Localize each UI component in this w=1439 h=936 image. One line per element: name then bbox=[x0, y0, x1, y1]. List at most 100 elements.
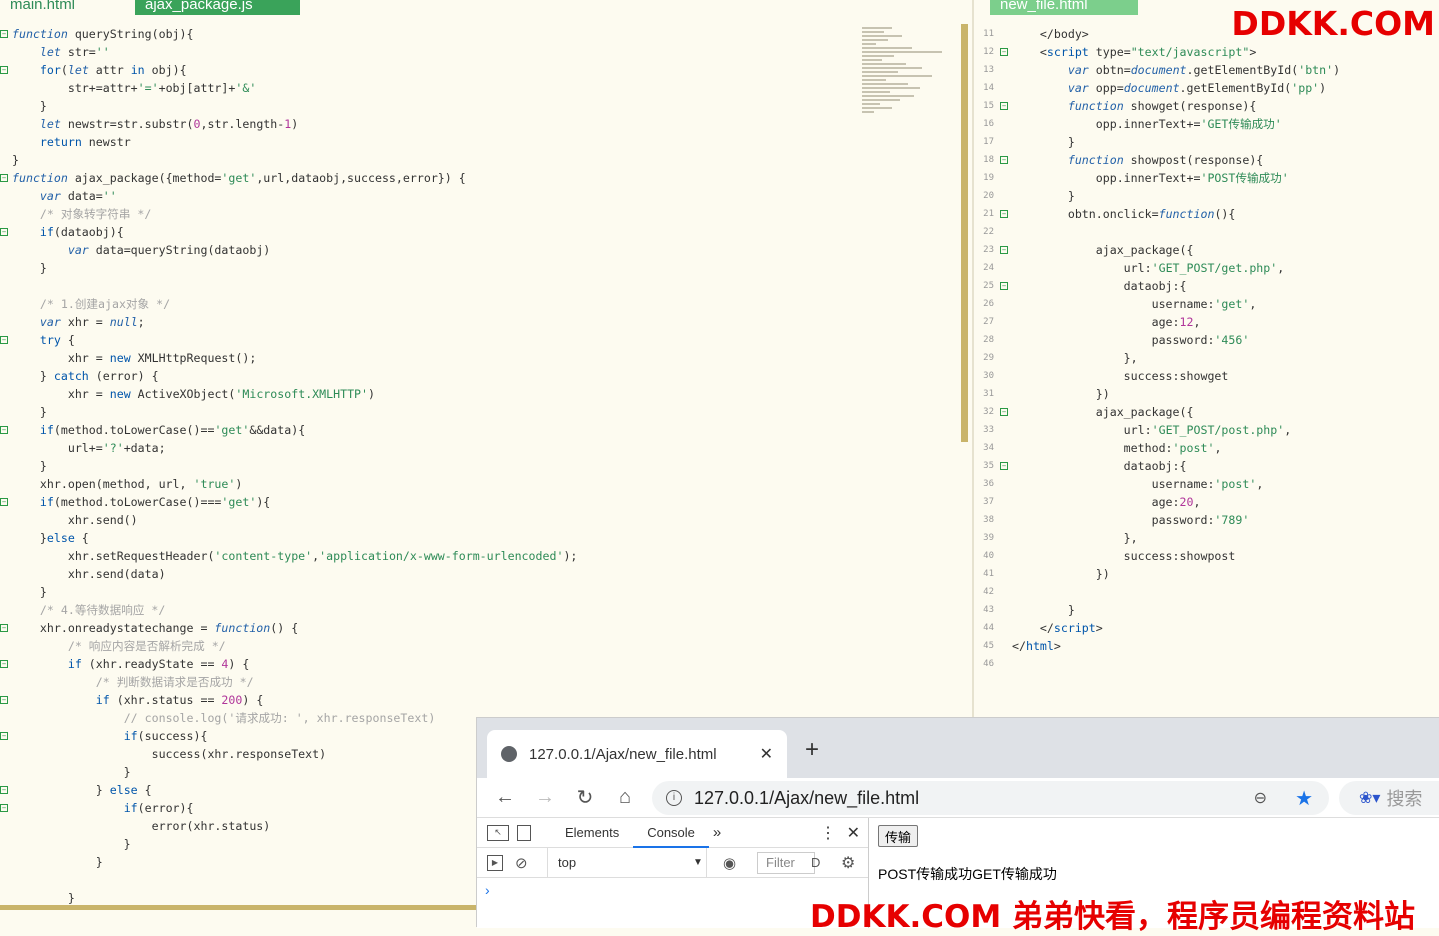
code-line[interactable]: } bbox=[0, 259, 970, 277]
code-line[interactable]: 42 bbox=[974, 583, 1439, 601]
code-line[interactable]: 32− ajax_package({ bbox=[974, 403, 1439, 421]
code-line[interactable]: − for(let attr in obj){ bbox=[0, 61, 970, 79]
code-line[interactable]: xhr.open(method, url, 'true') bbox=[0, 475, 970, 493]
vertical-scrollbar[interactable] bbox=[961, 24, 968, 442]
code-line[interactable]: − if(method.toLowerCase()==='get'){ bbox=[0, 493, 970, 511]
bookmark-star-icon[interactable]: ★ bbox=[1295, 786, 1313, 811]
code-line[interactable]: } bbox=[0, 151, 970, 169]
fold-icon[interactable]: − bbox=[0, 498, 8, 506]
back-arrow-icon[interactable]: ← bbox=[485, 786, 525, 809]
code-line[interactable]: 46 bbox=[974, 655, 1439, 673]
forward-arrow-icon[interactable]: → bbox=[525, 786, 565, 809]
code-line[interactable]: }else { bbox=[0, 529, 970, 547]
code-line[interactable]: 44 </script> bbox=[974, 619, 1439, 637]
code-line[interactable]: 15− function showget(response){ bbox=[974, 97, 1439, 115]
tab-console[interactable]: Console bbox=[633, 818, 709, 848]
fold-icon[interactable]: − bbox=[1000, 408, 1008, 416]
code-line[interactable]: 37 age:20, bbox=[974, 493, 1439, 511]
code-line[interactable]: xhr.send() bbox=[0, 511, 970, 529]
fold-icon[interactable]: − bbox=[0, 660, 8, 668]
fold-icon[interactable]: − bbox=[1000, 48, 1008, 56]
clear-console-icon[interactable]: ⊘ bbox=[515, 854, 528, 872]
code-line[interactable]: 30 success:showget bbox=[974, 367, 1439, 385]
code-line[interactable]: 43 } bbox=[974, 601, 1439, 619]
context-selector[interactable]: top bbox=[547, 847, 707, 878]
code-line[interactable]: − if(method.toLowerCase()=='get'&&data){ bbox=[0, 421, 970, 439]
console-prompt[interactable]: › bbox=[485, 882, 490, 898]
kebab-menu-icon[interactable]: ⋮ bbox=[820, 823, 836, 843]
code-line[interactable]: /* 1.创建ajax对象 */ bbox=[0, 295, 970, 313]
code-line[interactable]: − if (xhr.status == 200) { bbox=[0, 691, 970, 709]
fold-icon[interactable]: − bbox=[0, 624, 8, 632]
fold-icon[interactable]: − bbox=[0, 732, 8, 740]
tab-ajax-package-js[interactable]: ajax_package.js bbox=[135, 0, 300, 15]
code-line[interactable]: 41 }) bbox=[974, 565, 1439, 583]
code-line[interactable]: url+='?'+data; bbox=[0, 439, 970, 457]
right-code-area[interactable]: 11 </body> 12− <script type="text/javascr… bbox=[974, 25, 1439, 673]
more-tabs-icon[interactable]: » bbox=[713, 824, 721, 841]
reload-icon[interactable]: ↻ bbox=[565, 785, 605, 810]
fold-icon[interactable]: − bbox=[0, 66, 8, 74]
code-line[interactable]: 19 opp.innerText+='POST传输成功' bbox=[974, 169, 1439, 187]
log-levels-dropdown[interactable]: D bbox=[811, 855, 820, 870]
zoom-out-icon[interactable]: ⊖ bbox=[1254, 788, 1267, 808]
code-line[interactable]: 16 opp.innerText+='GET传输成功' bbox=[974, 115, 1439, 133]
code-line[interactable]: } bbox=[0, 97, 970, 115]
fold-icon[interactable]: − bbox=[0, 336, 8, 344]
code-line[interactable]: xhr = new ActiveXObject('Microsoft.XMLHT… bbox=[0, 385, 970, 403]
code-line[interactable]: /* 判断数据请求是否成功 */ bbox=[0, 673, 970, 691]
code-line[interactable]: 12− <script type="text/javascript"> bbox=[974, 43, 1439, 61]
info-icon[interactable]: i bbox=[666, 790, 682, 806]
close-devtools-icon[interactable]: ✕ bbox=[847, 823, 860, 843]
code-line[interactable]: let newstr=str.substr(0,str.length-1) bbox=[0, 115, 970, 133]
fold-icon[interactable]: − bbox=[0, 30, 8, 38]
code-line[interactable]: 45 </html> bbox=[974, 637, 1439, 655]
code-line[interactable]: str+=attr+'='+obj[attr]+'&' bbox=[0, 79, 970, 97]
code-line[interactable]: xhr.setRequestHeader('content-type','app… bbox=[0, 547, 970, 565]
code-line[interactable]: /* 4.等待数据响应 */ bbox=[0, 601, 970, 619]
device-toolbar-icon[interactable] bbox=[517, 824, 531, 841]
minimap[interactable] bbox=[862, 25, 960, 185]
fold-icon[interactable]: − bbox=[1000, 462, 1008, 470]
code-line[interactable]: 33 url:'GET_POST/post.php', bbox=[974, 421, 1439, 439]
browser-tab[interactable]: 127.0.0.1/Ajax/new_file.html ✕ bbox=[487, 730, 787, 778]
code-line[interactable]: 13 var obtn=document.getElementById('btn… bbox=[974, 61, 1439, 79]
code-line[interactable]: 39 }, bbox=[974, 529, 1439, 547]
code-line[interactable]: − if(dataobj){ bbox=[0, 223, 970, 241]
chevron-down-icon[interactable]: ▼ bbox=[693, 857, 703, 868]
code-line[interactable]: } bbox=[0, 457, 970, 475]
code-line[interactable]: 31 }) bbox=[974, 385, 1439, 403]
code-line[interactable]: 14 var opp=document.getElementById('pp') bbox=[974, 79, 1439, 97]
code-line[interactable]: 27 age:12, bbox=[974, 313, 1439, 331]
code-line[interactable]: − if (xhr.readyState == 4) { bbox=[0, 655, 970, 673]
code-line[interactable]: 36 username:'post', bbox=[974, 475, 1439, 493]
code-line[interactable]: 28 password:'456' bbox=[974, 331, 1439, 349]
code-line[interactable]: 20 } bbox=[974, 187, 1439, 205]
code-line[interactable]: return newstr bbox=[0, 133, 970, 151]
transmit-button[interactable]: 传输 bbox=[878, 825, 919, 847]
code-line[interactable]: − xhr.onreadystatechange = function() { bbox=[0, 619, 970, 637]
fold-icon[interactable]: − bbox=[0, 786, 8, 794]
code-line[interactable]: 18− function showpost(response){ bbox=[974, 151, 1439, 169]
close-tab-icon[interactable]: ✕ bbox=[760, 744, 773, 764]
fold-icon[interactable]: − bbox=[1000, 282, 1008, 290]
fold-icon[interactable]: − bbox=[0, 174, 8, 182]
code-line[interactable]: 34 method:'post', bbox=[974, 439, 1439, 457]
code-line[interactable]: let str='' bbox=[0, 43, 970, 61]
fold-icon[interactable]: − bbox=[1000, 210, 1008, 218]
code-line[interactable]: xhr = new XMLHttpRequest(); bbox=[0, 349, 970, 367]
new-tab-button[interactable]: + bbox=[805, 736, 819, 764]
code-line[interactable]: 29 }, bbox=[974, 349, 1439, 367]
fold-icon[interactable]: − bbox=[1000, 102, 1008, 110]
code-line[interactable]: } bbox=[0, 583, 970, 601]
code-line[interactable]: 22 bbox=[974, 223, 1439, 241]
code-line[interactable]: − function queryString(obj){ bbox=[0, 25, 970, 43]
code-line[interactable]: 26 username:'get', bbox=[974, 295, 1439, 313]
search-extension[interactable]: ❀▾ 搜索 bbox=[1339, 781, 1439, 815]
address-bar[interactable]: i 127.0.0.1/Ajax/new_file.html ⊖ ★ bbox=[652, 781, 1329, 815]
code-line[interactable]: − try { bbox=[0, 331, 970, 349]
code-line[interactable]: xhr.send(data) bbox=[0, 565, 970, 583]
code-line[interactable]: var data='' bbox=[0, 187, 970, 205]
console-filter-input[interactable]: Filter bbox=[757, 851, 815, 874]
code-line[interactable]: 24 url:'GET_POST/get.php', bbox=[974, 259, 1439, 277]
